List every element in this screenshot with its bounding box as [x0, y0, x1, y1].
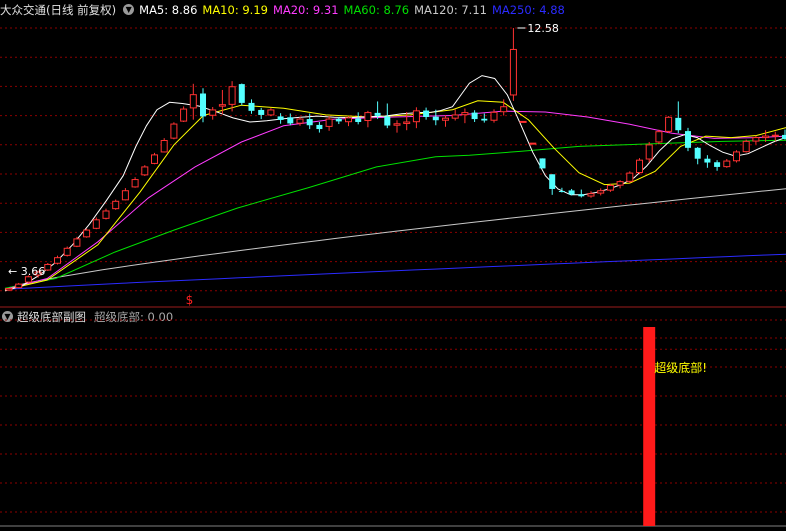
candle-body [597, 190, 605, 194]
candle-body [675, 117, 682, 131]
candle-body [771, 134, 779, 137]
candle-body [578, 194, 585, 197]
ma250-line [4, 253, 786, 290]
candle-body [92, 219, 100, 229]
candle-body [694, 147, 701, 159]
candle-body [384, 116, 391, 126]
candle-body [451, 114, 459, 119]
low-price-label: ← 3.66 [8, 265, 45, 278]
candle-body [189, 94, 197, 109]
candle-body [529, 142, 537, 145]
candle-body [481, 118, 488, 121]
stock-chart-canvas[interactable]: 12.58 ← 3.66 $ 超级底部! [0, 0, 786, 531]
candle-body [73, 238, 81, 247]
candle-body [645, 144, 653, 160]
candle-body [160, 139, 168, 153]
super-bottom-signal-bar [643, 327, 656, 526]
candle-body [228, 86, 236, 105]
candle-body [393, 123, 401, 126]
candle-body [374, 112, 381, 116]
candle-body [423, 110, 430, 117]
candle-body [519, 120, 527, 123]
candle-body [258, 109, 265, 115]
candle-body [355, 118, 362, 122]
candle-body [558, 191, 565, 193]
candle-body [490, 111, 498, 121]
candle-body [568, 190, 575, 195]
candle-body [83, 229, 91, 238]
candle-body [141, 166, 149, 176]
candle-body [150, 154, 159, 164]
candle-body [316, 124, 323, 130]
candle-body [635, 159, 644, 174]
candle-body [121, 190, 129, 201]
candle-body [509, 48, 517, 96]
candle-body [170, 123, 178, 139]
candle-body [606, 184, 614, 191]
candle-body [461, 112, 469, 116]
candle-body [412, 110, 420, 123]
candle-body [335, 118, 342, 122]
candle-body [267, 109, 275, 116]
candle-body [248, 102, 255, 111]
candle-body [500, 106, 508, 113]
candle-body [752, 137, 760, 142]
candle-body [209, 109, 217, 116]
candle-body [616, 181, 624, 186]
candle-body [199, 93, 207, 117]
candle-body [53, 257, 62, 264]
candle-body [102, 210, 110, 219]
candle-body [306, 119, 313, 126]
candle-body [63, 247, 71, 256]
candle-body [344, 117, 353, 123]
candle-body [471, 112, 478, 120]
candle-body [655, 131, 663, 143]
candle-body [325, 118, 333, 127]
candle-body [238, 84, 245, 103]
super-bottom-signal-label: 超级底部! [654, 360, 707, 375]
candle-body [218, 104, 226, 107]
candle-body [742, 140, 750, 153]
candle-body [112, 200, 120, 210]
candle-body [277, 116, 284, 120]
candle-body [626, 172, 634, 182]
candle-body [587, 193, 595, 197]
candle-body [723, 160, 731, 168]
candle-body [364, 112, 372, 122]
candle-body [441, 117, 450, 121]
candle-body [684, 131, 692, 148]
ma120-line [4, 188, 786, 290]
candle-body [549, 174, 556, 189]
candle-body [180, 108, 188, 122]
candle-body [539, 158, 546, 169]
candle-body [762, 135, 770, 139]
candle-body [5, 288, 13, 291]
candle-body [15, 283, 23, 289]
candle-body [287, 117, 294, 124]
candle-body [714, 162, 721, 167]
candle-body [131, 179, 139, 188]
signal-marker: $ [186, 293, 194, 307]
high-price-label: 12.58 [527, 22, 559, 35]
candle-body [44, 263, 52, 271]
candle-body [432, 116, 439, 121]
candle-body [296, 118, 304, 124]
candle-body [732, 151, 741, 162]
candle-body [403, 121, 411, 124]
candle-body [704, 158, 711, 163]
candle-body [781, 134, 786, 140]
candle-body [665, 116, 673, 132]
